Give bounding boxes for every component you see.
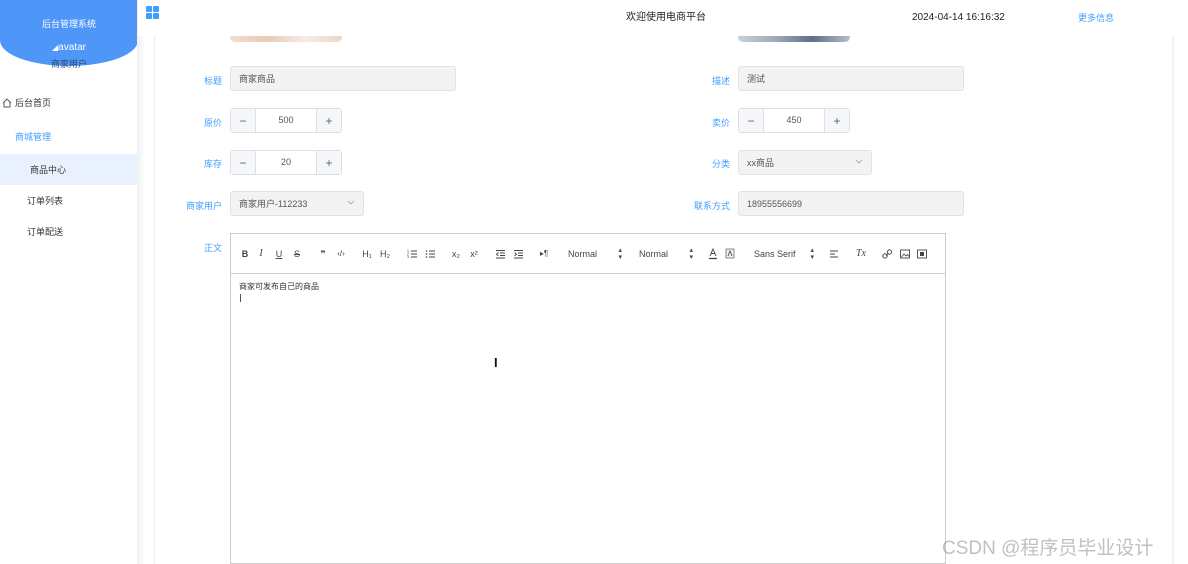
align-icon[interactable]	[829, 247, 839, 261]
blockquote-button[interactable]: ❞	[317, 247, 329, 261]
sidebar-shadow	[137, 0, 145, 564]
merchant-value: 商家用户-112233	[239, 199, 308, 209]
increment-button[interactable]: +	[316, 109, 341, 132]
chevron-down-icon	[855, 159, 863, 164]
title-input[interactable]: 商家商品	[230, 66, 456, 91]
sidebar-item-products[interactable]: 商品中心	[0, 154, 137, 185]
brand-title: 后台管理系统	[41, 19, 96, 29]
background-color-icon[interactable]	[725, 247, 735, 261]
chevron-down-icon	[347, 200, 355, 205]
font-select-value: Sans Serif	[754, 249, 796, 259]
indent-icon[interactable]	[513, 247, 524, 261]
font-select[interactable]: Sans Serif ▴ ▾	[754, 247, 814, 261]
stock-value[interactable]: 20	[256, 151, 316, 174]
merchant-select[interactable]: 商家用户-112233	[230, 191, 364, 216]
sidebar-item-label: 后台首页	[15, 98, 52, 108]
main-scrollbar[interactable]	[1172, 36, 1174, 564]
description-value: 测试	[747, 74, 766, 84]
header-1-button[interactable]: H₁	[360, 247, 374, 261]
avatar: ◢avatar	[0, 42, 138, 53]
decrement-button[interactable]: −	[231, 151, 256, 174]
more-info-link[interactable]: 更多信息	[1078, 11, 1114, 24]
sale-price-value[interactable]: 450	[764, 109, 824, 132]
category-value: xx商品	[747, 158, 775, 168]
stock-stepper: − 20 +	[230, 150, 342, 175]
sidebar: 后台管理系统 ◢avatar 商家用户 后台首页 商城管理 商品中心 订单列表 …	[0, 0, 138, 564]
original-price-stepper: − 500 +	[230, 108, 342, 133]
contact-input[interactable]: 18955556699	[738, 191, 964, 216]
increment-button[interactable]: +	[316, 151, 341, 174]
merchant-label: 商家用户	[185, 201, 222, 211]
original-price-label: 原价	[203, 118, 222, 128]
text-caret	[240, 294, 241, 302]
contact-value: 18955556699	[747, 198, 803, 209]
watermark: CSDN @程序员毕业设计	[942, 538, 1154, 559]
updown-icon: ▴ ▾	[689, 247, 693, 261]
original-price-value[interactable]: 500	[256, 109, 316, 132]
product-image-thumb[interactable]	[738, 36, 850, 42]
sidebar-item-orders[interactable]: 订单列表	[0, 185, 137, 216]
font-color-icon[interactable]	[708, 247, 718, 261]
updown-icon: ▴ ▾	[810, 247, 814, 261]
sidebar-group-mall[interactable]: 商城管理	[0, 121, 137, 152]
increment-button[interactable]: +	[824, 109, 849, 132]
header-select[interactable]: Normal ▴ ▾	[639, 247, 693, 261]
code-block-button[interactable]: ‹/›	[335, 247, 347, 261]
decrement-button[interactable]: −	[231, 109, 256, 132]
home-icon	[2, 97, 12, 107]
link-icon[interactable]	[882, 247, 892, 261]
video-icon[interactable]	[917, 247, 927, 261]
text-direction-button[interactable]: ▸¶	[538, 247, 550, 261]
user-name: 商家用户	[50, 59, 87, 69]
title-value: 商家商品	[239, 74, 276, 84]
title-label: 标题	[203, 76, 222, 86]
category-label: 分类	[711, 159, 730, 169]
sidebar-item-label: 订单配送	[27, 227, 64, 237]
underline-button[interactable]: U	[274, 247, 284, 261]
size-select-value: Normal	[568, 249, 598, 259]
sale-price-label: 卖价	[711, 118, 730, 128]
category-select[interactable]: xx商品	[738, 150, 872, 175]
datetime: 2024-04-14 16:16:32	[912, 12, 1005, 23]
stock-label: 库存	[203, 159, 222, 169]
decrement-button[interactable]: −	[739, 109, 764, 132]
updown-icon: ▴ ▾	[618, 247, 622, 261]
description-input[interactable]: 测试	[738, 66, 964, 91]
ordered-list-icon[interactable]: 123	[407, 247, 418, 261]
topbar: 欢迎使用电商平台 2024-04-14 16:16:32 更多信息	[138, 0, 1188, 36]
sidebar-item-home[interactable]: 后台首页	[0, 87, 137, 118]
svg-text:3: 3	[407, 255, 409, 259]
size-select[interactable]: Normal ▴ ▾	[568, 247, 622, 261]
product-image-thumb[interactable]	[230, 36, 342, 42]
editor-toolbar: B I U S ❞ ‹/› H₁ H₂ 123 x₂ x² ▸¶ Normal …	[231, 234, 945, 274]
sale-price-stepper: − 450 +	[738, 108, 850, 133]
subscript-button[interactable]: x₂	[450, 247, 462, 261]
bold-button[interactable]: B	[240, 247, 250, 261]
avatar-alt-text: avatar	[58, 42, 86, 53]
sidebar-item-label: 订单列表	[27, 196, 64, 206]
page-title: 欢迎使用电商平台	[626, 12, 706, 23]
sidebar-item-label: 商品中心	[30, 165, 67, 175]
header-2-button[interactable]: H₂	[378, 247, 392, 261]
outdent-icon[interactable]	[495, 247, 506, 261]
text-cursor-icon: I	[494, 355, 498, 370]
brand-header: 后台管理系统 ◢avatar 商家用户	[0, 0, 138, 69]
image-icon[interactable]	[900, 247, 910, 261]
sidebar-item-label: 商城管理	[15, 132, 52, 142]
sidebar-item-delivery[interactable]: 订单配送	[0, 216, 137, 247]
italic-button[interactable]: I	[256, 247, 266, 261]
rich-text-editor: B I U S ❞ ‹/› H₁ H₂ 123 x₂ x² ▸¶ Normal …	[230, 233, 946, 564]
body-label: 正文	[203, 243, 222, 253]
description-label: 描述	[711, 76, 730, 86]
bullet-list-icon[interactable]	[425, 247, 436, 261]
contact-label: 联系方式	[693, 201, 730, 211]
grid-menu-icon[interactable]	[146, 6, 159, 19]
superscript-button[interactable]: x²	[468, 247, 480, 261]
main-border	[154, 36, 155, 564]
editor-content[interactable]: 商家可发布自己的商品	[239, 281, 319, 292]
header-select-value: Normal	[639, 249, 669, 259]
clear-format-button[interactable]: Tx	[855, 247, 867, 261]
strike-button[interactable]: S	[292, 247, 302, 261]
